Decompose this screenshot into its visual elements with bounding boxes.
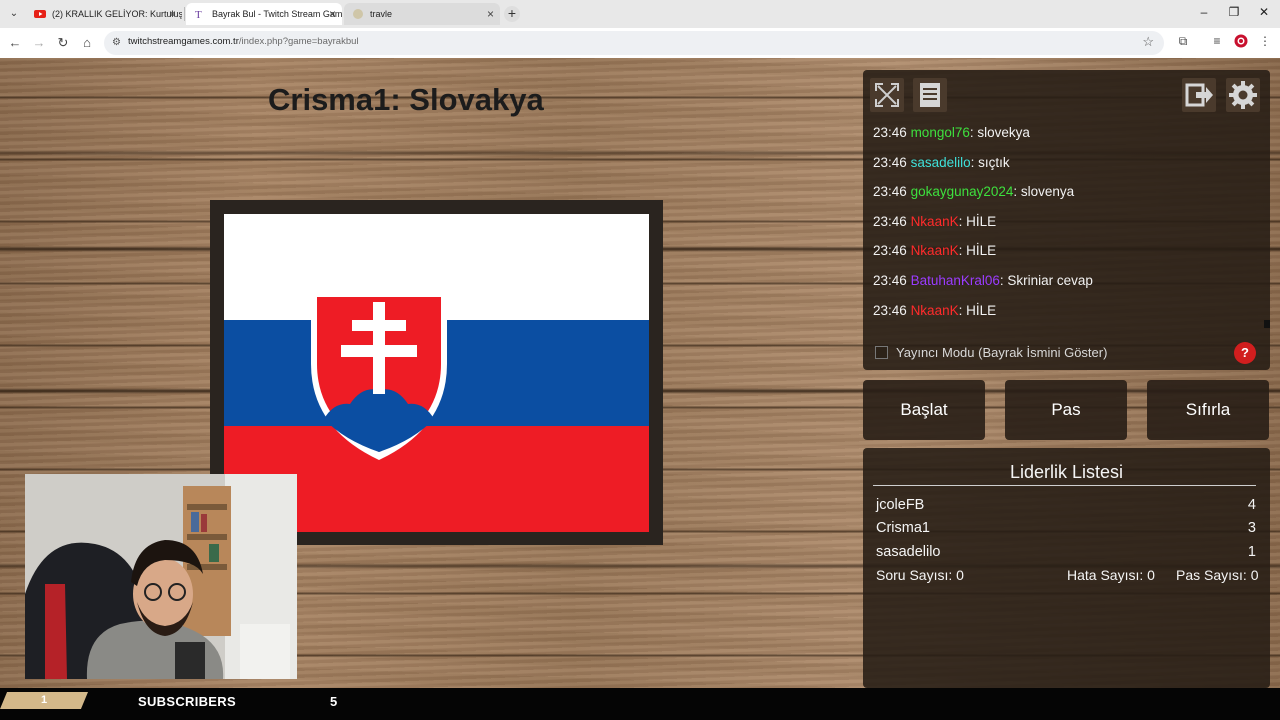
- svg-text:T: T: [195, 9, 202, 20]
- chat-time: 23:46: [873, 273, 907, 288]
- game-title: Crisma1: Slovakya: [268, 82, 544, 117]
- game-stats-row: Soru Sayısı: 0 Hata Sayısı: 0 Pas Sayısı…: [876, 567, 1259, 587]
- tab-search-chevron-icon[interactable]: ⌄: [6, 6, 22, 22]
- tab-title: travle: [370, 9, 393, 19]
- chat-text: : sıçtık: [970, 155, 1010, 170]
- tab-title: (2) KRALLIK GELİYOR: Kurtuluş H: [52, 9, 182, 19]
- youtube-icon: [34, 10, 46, 18]
- stream-subscriber-bar: 1 SUBSCRIBERS 5: [0, 688, 1280, 720]
- game-page: Crisma1: Slovakya 23:46 mongol76: slovek…: [0, 58, 1280, 688]
- streamer-mode-row: Yayıncı Modu (Bayrak İsmini Göster) ?: [875, 339, 1265, 367]
- chat-message: 23:46 BatuhanKral06: Skriniar cevap: [873, 273, 1093, 288]
- player-score: 1: [1247, 544, 1256, 560]
- chat-time: 23:46: [873, 125, 907, 140]
- chat-username: gokaygunay2024: [910, 184, 1014, 199]
- forward-icon[interactable]: →: [30, 34, 48, 52]
- close-icon[interactable]: ×: [169, 3, 176, 25]
- chat-message: 23:46 NkaanK: HİLE: [873, 243, 996, 258]
- chat-text: : slovekya: [969, 125, 1030, 140]
- chat-scrollbar[interactable]: [1264, 320, 1270, 328]
- chat-username: BatuhanKral06: [910, 273, 1000, 288]
- chat-message: 23:46 gokaygunay2024: slovenya: [873, 184, 1074, 199]
- pass-button[interactable]: Pas: [1005, 380, 1127, 440]
- subscribers-label: SUBSCRIBERS: [138, 694, 236, 709]
- question-count: Soru Sayısı: 0: [876, 567, 964, 583]
- chat-text: : slovenya: [1013, 184, 1075, 199]
- chat-panel: 23:46 mongol76: slovekya 23:46 sasadelil…: [863, 70, 1270, 370]
- leaderboard-divider: [873, 485, 1256, 486]
- chat-username: NkaanK: [910, 303, 959, 318]
- chat-username: NkaanK: [910, 214, 959, 229]
- leaderboard-row: Crisma1 3: [876, 520, 1256, 542]
- profile-avatar-icon[interactable]: [1232, 34, 1250, 51]
- chat-time: 23:46: [873, 303, 907, 318]
- site-info-icon[interactable]: ⚙: [112, 37, 124, 49]
- chat-text: : HİLE: [958, 303, 997, 318]
- close-icon[interactable]: ×: [329, 3, 336, 25]
- chat-text: : Skriniar cevap: [999, 273, 1093, 288]
- leaderboard-panel: Liderlik Listesi jcoleFB 4 Crisma1 3 sas…: [863, 448, 1270, 688]
- rules-document-icon[interactable]: [913, 78, 947, 112]
- reload-icon[interactable]: ↻: [54, 34, 72, 52]
- fullscreen-icon[interactable]: [870, 78, 904, 112]
- reset-button[interactable]: Sıfırla: [1147, 380, 1269, 440]
- tab-youtube[interactable]: (2) KRALLIK GELİYOR: Kurtuluş H ×: [26, 3, 182, 25]
- chat-time: 23:46: [873, 155, 907, 170]
- streamer-mode-checkbox[interactable]: [875, 346, 888, 359]
- new-tab-button[interactable]: +: [504, 6, 520, 22]
- chat-time: 23:46: [873, 184, 907, 199]
- leaderboard-row: jcoleFB 4: [876, 497, 1256, 519]
- webcam-overlay: [25, 474, 297, 679]
- tab-bayrak-bul[interactable]: T Bayrak Bul - Twitch Stream Gam ×: [186, 3, 342, 25]
- close-icon[interactable]: ×: [487, 3, 494, 25]
- chat-message: 23:46 sasadelilo: sıçtık: [873, 155, 1010, 170]
- chat-message: 23:46 NkaanK: HİLE: [873, 303, 996, 318]
- minimize-icon[interactable]: –: [1196, 5, 1212, 19]
- tab-title: Bayrak Bul - Twitch Stream Gam: [212, 9, 342, 19]
- extensions-icon[interactable]: ⧉: [1174, 34, 1192, 49]
- chat-text: : HİLE: [958, 214, 997, 229]
- browser-toolbar: ← → ↻ ⌂ ⚙ twitchstreamgames.com.tr/index…: [0, 28, 1280, 58]
- start-button[interactable]: Başlat: [863, 380, 985, 440]
- player-name: sasadelilo: [876, 544, 941, 560]
- restore-icon[interactable]: ❐: [1226, 5, 1242, 19]
- globe-icon: [353, 9, 363, 19]
- home-icon[interactable]: ⌂: [78, 34, 96, 52]
- chat-time: 23:46: [873, 214, 907, 229]
- settings-gear-icon[interactable]: [1226, 78, 1260, 112]
- error-count: Hata Sayısı: 0: [1067, 567, 1155, 583]
- player-score: 3: [1247, 520, 1256, 536]
- player-score: 4: [1247, 497, 1256, 513]
- leaderboard-row: sasadelilo 1: [876, 544, 1256, 566]
- address-url: twitchstreamgames.com.tr/index.php?game=…: [128, 36, 359, 47]
- subscribers-count: 5: [330, 694, 338, 709]
- chat-time: 23:46: [873, 243, 907, 258]
- chat-message: 23:46 NkaanK: HİLE: [873, 214, 996, 229]
- player-name: jcoleFB: [876, 497, 925, 513]
- back-icon[interactable]: ←: [6, 34, 24, 52]
- twitch-stream-games-icon: T: [195, 9, 202, 20]
- browser-tab-strip: ⌄ (2) KRALLIK GELİYOR: Kurtuluş H × T Ba…: [0, 0, 1280, 28]
- chat-username: NkaanK: [910, 243, 959, 258]
- tab-divider: [184, 7, 185, 21]
- close-window-icon[interactable]: ✕: [1256, 5, 1272, 19]
- media-controls-icon[interactable]: ≡: [1208, 34, 1226, 48]
- player-name: Crisma1: [876, 520, 930, 536]
- exit-icon[interactable]: [1182, 78, 1216, 112]
- leaderboard-title: Liderlik Listesi: [1009, 462, 1124, 482]
- pass-count: Pas Sayısı: 0: [1176, 567, 1259, 583]
- tab-travle[interactable]: travle ×: [344, 3, 500, 25]
- streamer-webcam-image: [25, 474, 297, 679]
- chat-username: sasadelilo: [910, 155, 971, 170]
- help-button[interactable]: ?: [1234, 342, 1256, 364]
- address-bar[interactable]: ⚙ twitchstreamgames.com.tr/index.php?gam…: [104, 31, 1164, 55]
- chat-text: : HİLE: [958, 243, 997, 258]
- chat-username: mongol76: [910, 125, 970, 140]
- streamer-mode-label[interactable]: Yayıncı Modu (Bayrak İsmini Göster): [896, 345, 1107, 360]
- chat-message: 23:46 mongol76: slovekya: [873, 125, 1030, 140]
- subscriber-badge: 1: [0, 692, 88, 709]
- bookmark-star-icon[interactable]: ☆: [1142, 34, 1154, 50]
- browser-menu-icon[interactable]: ⋮: [1256, 34, 1274, 48]
